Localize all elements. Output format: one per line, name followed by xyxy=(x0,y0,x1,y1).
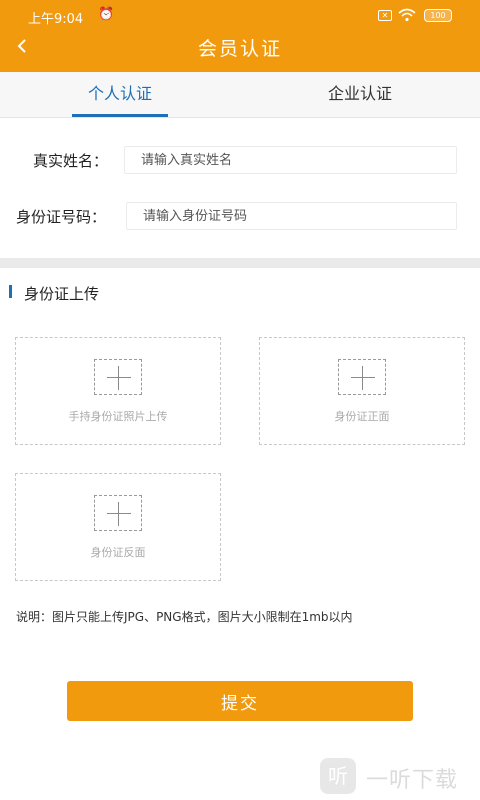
alarm-off-icon: ⏰ xyxy=(98,7,115,22)
submit-button[interactable]: 提交 xyxy=(67,681,413,721)
watermark-logo-icon: 听 xyxy=(320,758,356,794)
upload-label: 手持身份证照片上传 xyxy=(68,410,168,423)
section-divider xyxy=(0,258,480,268)
plus-icon xyxy=(94,495,142,531)
active-tab-indicator xyxy=(72,114,168,117)
id-number-input[interactable] xyxy=(126,202,457,230)
plus-icon xyxy=(338,359,386,395)
sim-icon: ✕ xyxy=(378,10,392,21)
upload-note: 说明：图片只能上传JPG、PNG格式，图片大小限制在1mb以内 xyxy=(16,610,353,624)
tab-personal[interactable]: 个人认证 xyxy=(0,72,240,118)
plus-icon xyxy=(94,359,142,395)
app-header: 上午9:04 ⏰ ✕ 100 会员认证 xyxy=(0,0,480,72)
status-time: 上午9:04 xyxy=(28,12,84,27)
upload-id-front[interactable]: 身份证正面 xyxy=(259,337,465,445)
real-name-input[interactable] xyxy=(124,146,457,174)
auth-type-tabs: 个人认证 企业认证 xyxy=(0,72,480,118)
name-label: 真实姓名： xyxy=(33,152,109,170)
upload-id-back[interactable]: 身份证反面 xyxy=(15,473,221,581)
wifi-icon xyxy=(398,8,416,22)
upload-label: 身份证反面 xyxy=(90,546,146,559)
upload-label: 身份证正面 xyxy=(334,410,390,423)
id-number-label: 身份证号码： xyxy=(16,208,107,226)
battery-indicator: 100 xyxy=(424,9,452,22)
watermark: 听 一听下载 xyxy=(320,758,470,794)
status-bar: 上午9:04 ⏰ ✕ 100 xyxy=(0,0,480,30)
page-title: 会员认证 xyxy=(197,38,282,60)
upload-section-title: 身份证上传 xyxy=(24,285,100,303)
upload-handheld-id[interactable]: 手持身份证照片上传 xyxy=(15,337,221,445)
watermark-text: 一听下载 xyxy=(366,768,459,793)
section-accent-bar xyxy=(9,285,12,298)
tab-enterprise[interactable]: 企业认证 xyxy=(240,72,480,118)
